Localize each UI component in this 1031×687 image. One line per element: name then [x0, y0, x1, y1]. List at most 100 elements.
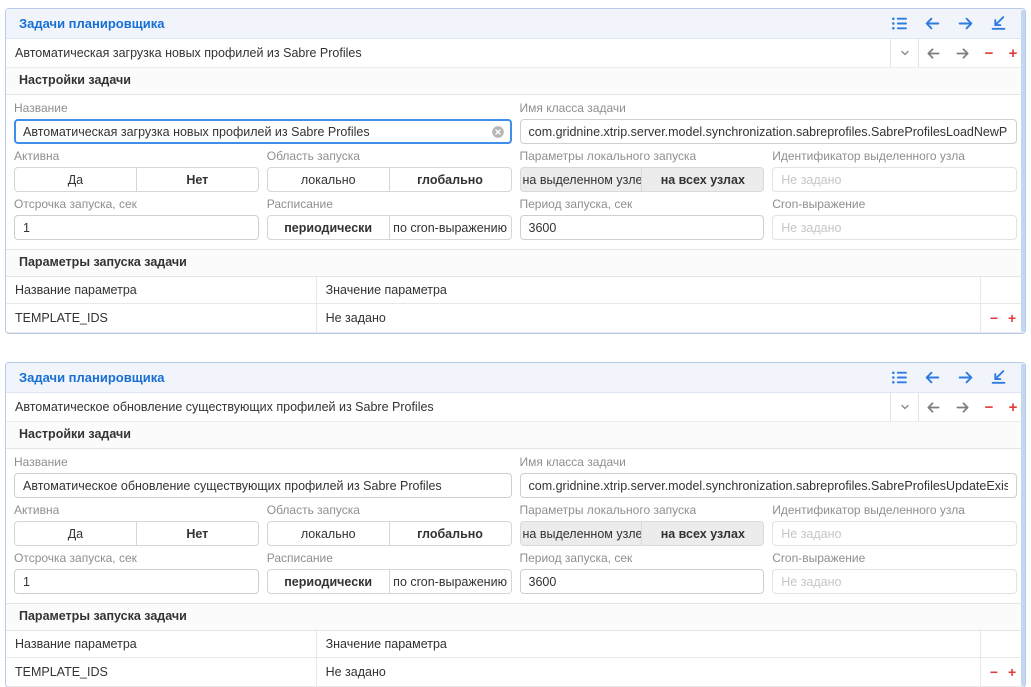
class-name-label: Имя класса задачи	[520, 101, 1018, 115]
settings-section-header: Настройки задачи	[6, 422, 1025, 449]
next-task-button[interactable]	[948, 393, 977, 421]
chevron-down-icon[interactable]	[890, 39, 919, 67]
node-id-input	[772, 167, 1017, 192]
active-yes-button[interactable]: Да	[14, 521, 137, 546]
selected-node-button[interactable]: на выделенном узле	[520, 521, 643, 546]
header-toolbar	[891, 15, 1015, 32]
scope-global-button[interactable]: глобально	[389, 167, 512, 192]
schedule-toggle: периодически по cron-выражению	[267, 569, 512, 594]
local-params-label: Параметры локального запуска	[520, 149, 765, 163]
cron-input	[772, 215, 1017, 240]
arrow-left-icon[interactable]	[924, 369, 941, 386]
table-row: TEMPLATE_IDS Не задано − +	[6, 304, 1025, 333]
active-label: Активна	[14, 503, 259, 517]
panel-title: Задачи планировщика	[19, 370, 164, 385]
task-nav: − +	[919, 393, 1025, 421]
remove-param-button[interactable]: −	[990, 311, 998, 325]
active-no-button[interactable]: Нет	[136, 167, 259, 192]
task-select[interactable]: Автоматическая загрузка новых профилей и…	[6, 39, 890, 67]
params-table: Название параметра Значение параметра TE…	[6, 277, 1025, 333]
add-param-button[interactable]: +	[1008, 311, 1016, 325]
arrow-right-icon[interactable]	[957, 369, 974, 386]
task-nav: − +	[919, 39, 1025, 67]
cron-label: Cron-выражение	[772, 197, 1017, 211]
param-value-cell[interactable]: Не задано	[316, 304, 980, 333]
prev-task-button[interactable]	[919, 39, 948, 67]
delay-label: Отсрочка запуска, сек	[14, 197, 259, 211]
add-param-button[interactable]: +	[1008, 665, 1016, 679]
table-row: TEMPLATE_IDS Не задано − +	[6, 658, 1025, 687]
param-value-header: Значение параметра	[316, 277, 980, 304]
scrollbar[interactable]	[1021, 364, 1025, 686]
period-input[interactable]	[520, 215, 765, 240]
param-name-cell: TEMPLATE_IDS	[6, 658, 316, 687]
arrow-left-icon[interactable]	[924, 15, 941, 32]
local-params-toggle: на выделенном узле на всех узлах	[520, 521, 765, 546]
delay-input[interactable]	[14, 215, 259, 240]
periodically-button[interactable]: периодически	[267, 215, 390, 240]
task-select[interactable]: Автоматическое обновление существующих п…	[6, 393, 890, 421]
class-name-input[interactable]	[520, 473, 1018, 498]
task-selector-row: Автоматическая загрузка новых профилей и…	[6, 39, 1025, 68]
panel-title: Задачи планировщика	[19, 16, 164, 31]
active-label: Активна	[14, 149, 259, 163]
list-icon[interactable]	[891, 15, 908, 32]
param-name-cell: TEMPLATE_IDS	[6, 304, 316, 333]
params-table-header-row: Название параметра Значение параметра	[6, 631, 1025, 658]
period-label: Период запуска, сек	[520, 197, 765, 211]
active-toggle: Да Нет	[14, 521, 259, 546]
delay-label: Отсрочка запуска, сек	[14, 551, 259, 565]
param-name-header: Название параметра	[6, 631, 316, 658]
clear-icon[interactable]	[491, 125, 505, 139]
arrow-right-icon[interactable]	[957, 15, 974, 32]
scrollbar[interactable]	[1021, 10, 1025, 332]
periodically-button[interactable]: периодически	[267, 569, 390, 594]
panel-header: Задачи планировщика	[6, 9, 1025, 39]
class-name-input[interactable]	[520, 119, 1018, 144]
list-icon[interactable]	[891, 369, 908, 386]
param-value-cell[interactable]: Не задано	[316, 658, 980, 687]
collapse-icon[interactable]	[990, 369, 1007, 386]
period-input[interactable]	[520, 569, 765, 594]
settings-section-header: Настройки задачи	[6, 68, 1025, 95]
schedule-label: Расписание	[267, 197, 512, 211]
scope-label: Область запуска	[267, 149, 512, 163]
remove-param-button[interactable]: −	[990, 665, 998, 679]
active-yes-button[interactable]: Да	[14, 167, 137, 192]
by-cron-button[interactable]: по cron-выражению	[389, 215, 512, 240]
param-value-header: Значение параметра	[316, 631, 980, 658]
params-table: Название параметра Значение параметра TE…	[6, 631, 1025, 687]
active-no-button[interactable]: Нет	[136, 521, 259, 546]
by-cron-button[interactable]: по cron-выражению	[389, 569, 512, 594]
remove-task-button[interactable]: −	[977, 399, 1001, 416]
scheduler-panel-2: Задачи планировщика Автоматическое обнов…	[5, 362, 1026, 687]
schedule-label: Расписание	[267, 551, 512, 565]
class-name-label: Имя класса задачи	[520, 455, 1018, 469]
params-section-header: Параметры запуска задачи	[6, 249, 1025, 277]
scope-local-button[interactable]: локально	[267, 167, 390, 192]
node-id-label: Идентификатор выделенного узла	[772, 149, 1017, 163]
scope-local-button[interactable]: локально	[267, 521, 390, 546]
cron-input	[772, 569, 1017, 594]
task-selector-row: Автоматическое обновление существующих п…	[6, 393, 1025, 422]
node-id-input	[772, 521, 1017, 546]
schedule-toggle: периодически по cron-выражению	[267, 215, 512, 240]
param-name-header: Название параметра	[6, 277, 316, 304]
selected-node-button[interactable]: на выделенном узле	[520, 167, 643, 192]
all-nodes-button[interactable]: на всех узлах	[641, 521, 764, 546]
name-label: Название	[14, 455, 512, 469]
next-task-button[interactable]	[948, 39, 977, 67]
name-input[interactable]	[14, 473, 512, 498]
task-settings-form: Название Имя класса задачи Активна Да Не…	[6, 95, 1025, 249]
scheduler-panel-1: Задачи планировщика Автоматическая загру…	[5, 8, 1026, 334]
delay-input[interactable]	[14, 569, 259, 594]
all-nodes-button[interactable]: на всех узлах	[641, 167, 764, 192]
prev-task-button[interactable]	[919, 393, 948, 421]
name-input[interactable]	[14, 119, 512, 144]
remove-task-button[interactable]: −	[977, 45, 1001, 62]
task-settings-form: Название Имя класса задачи Активна Да Не…	[6, 449, 1025, 603]
period-label: Период запуска, сек	[520, 551, 765, 565]
chevron-down-icon[interactable]	[890, 393, 919, 421]
collapse-icon[interactable]	[990, 15, 1007, 32]
scope-global-button[interactable]: глобально	[389, 521, 512, 546]
